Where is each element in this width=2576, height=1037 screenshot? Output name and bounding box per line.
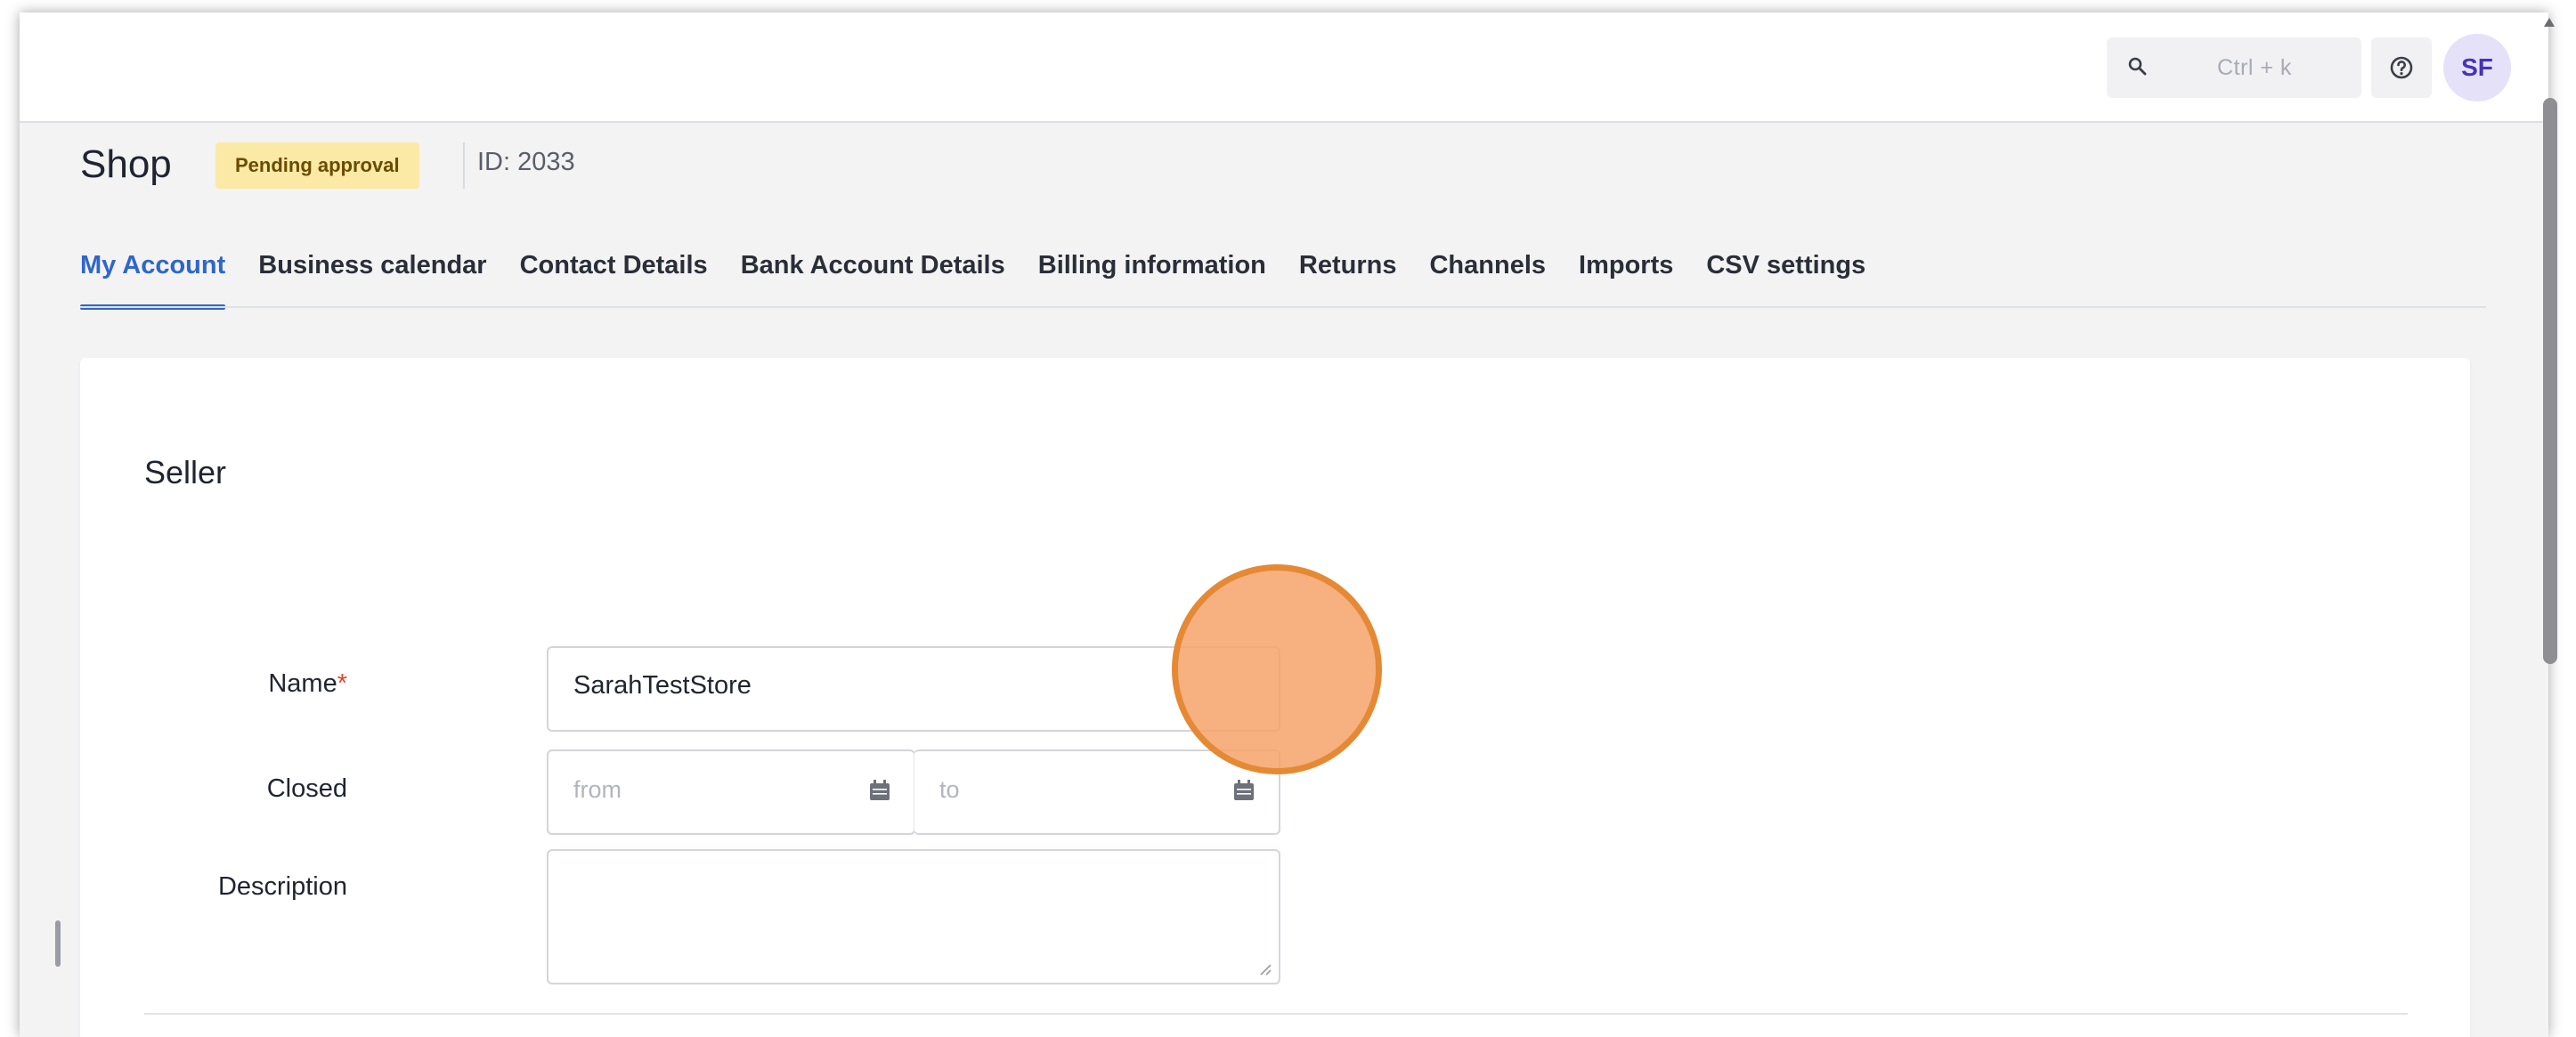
page-title: Shop xyxy=(80,142,172,186)
name-label-text: Name xyxy=(268,669,337,698)
description-label: Description xyxy=(217,872,347,901)
closed-to-placeholder: to xyxy=(939,776,960,803)
search-icon xyxy=(2128,57,2147,76)
search-button[interactable]: Ctrl + k xyxy=(2107,37,2361,98)
closed-from-field[interactable]: from xyxy=(547,749,915,835)
closed-label: Closed xyxy=(266,774,347,803)
scroll-up-arrow-icon[interactable] xyxy=(2542,16,2556,28)
status-badge: Pending approval xyxy=(215,142,419,189)
card-divider xyxy=(144,1013,2408,1015)
calendar-icon[interactable] xyxy=(867,778,892,803)
avatar[interactable]: SF xyxy=(2443,34,2511,101)
tab-channels[interactable]: Channels xyxy=(1429,251,1546,304)
calendar-icon[interactable] xyxy=(1231,778,1256,803)
scrollbar-thumb[interactable] xyxy=(2543,98,2557,664)
help-icon xyxy=(2390,56,2413,79)
name-field-value: SarahTestStore xyxy=(573,671,752,700)
required-asterisk: * xyxy=(337,669,347,698)
app-window: Ctrl + k SF Shop Pending approval ID: 20… xyxy=(20,12,2548,1037)
search-shortcut-hint: Ctrl + k xyxy=(2217,55,2292,80)
closed-to-field[interactable]: to xyxy=(914,749,1280,835)
click-indicator xyxy=(1172,564,1382,774)
tab-billing-information[interactable]: Billing information xyxy=(1038,251,1266,304)
help-button[interactable] xyxy=(2371,37,2432,98)
tab-csv-settings[interactable]: CSV settings xyxy=(1706,251,1865,304)
id-divider xyxy=(463,142,465,189)
tab-returns[interactable]: Returns xyxy=(1299,251,1397,304)
tab-bank-account-details[interactable]: Bank Account Details xyxy=(741,251,1005,304)
tab-contact-details[interactable]: Contact Details xyxy=(520,251,708,304)
resize-handle[interactable] xyxy=(55,920,61,967)
description-textarea[interactable] xyxy=(547,849,1280,984)
tab-my-account[interactable]: My Account xyxy=(80,251,226,310)
tab-bar: My Account Business calendar Contact Det… xyxy=(80,251,1865,310)
tab-imports[interactable]: Imports xyxy=(1579,251,1673,304)
name-label: Name* xyxy=(80,669,347,699)
shop-id: ID: 2033 xyxy=(477,148,575,176)
section-title: Seller xyxy=(144,454,227,490)
name-field[interactable]: SarahTestStore xyxy=(547,646,1280,732)
resize-grip-icon[interactable] xyxy=(1257,961,1272,976)
top-bar: Ctrl + k SF xyxy=(20,12,2548,123)
tab-business-calendar[interactable]: Business calendar xyxy=(258,251,486,304)
closed-from-placeholder: from xyxy=(573,776,622,803)
tabs-divider xyxy=(80,306,2486,308)
